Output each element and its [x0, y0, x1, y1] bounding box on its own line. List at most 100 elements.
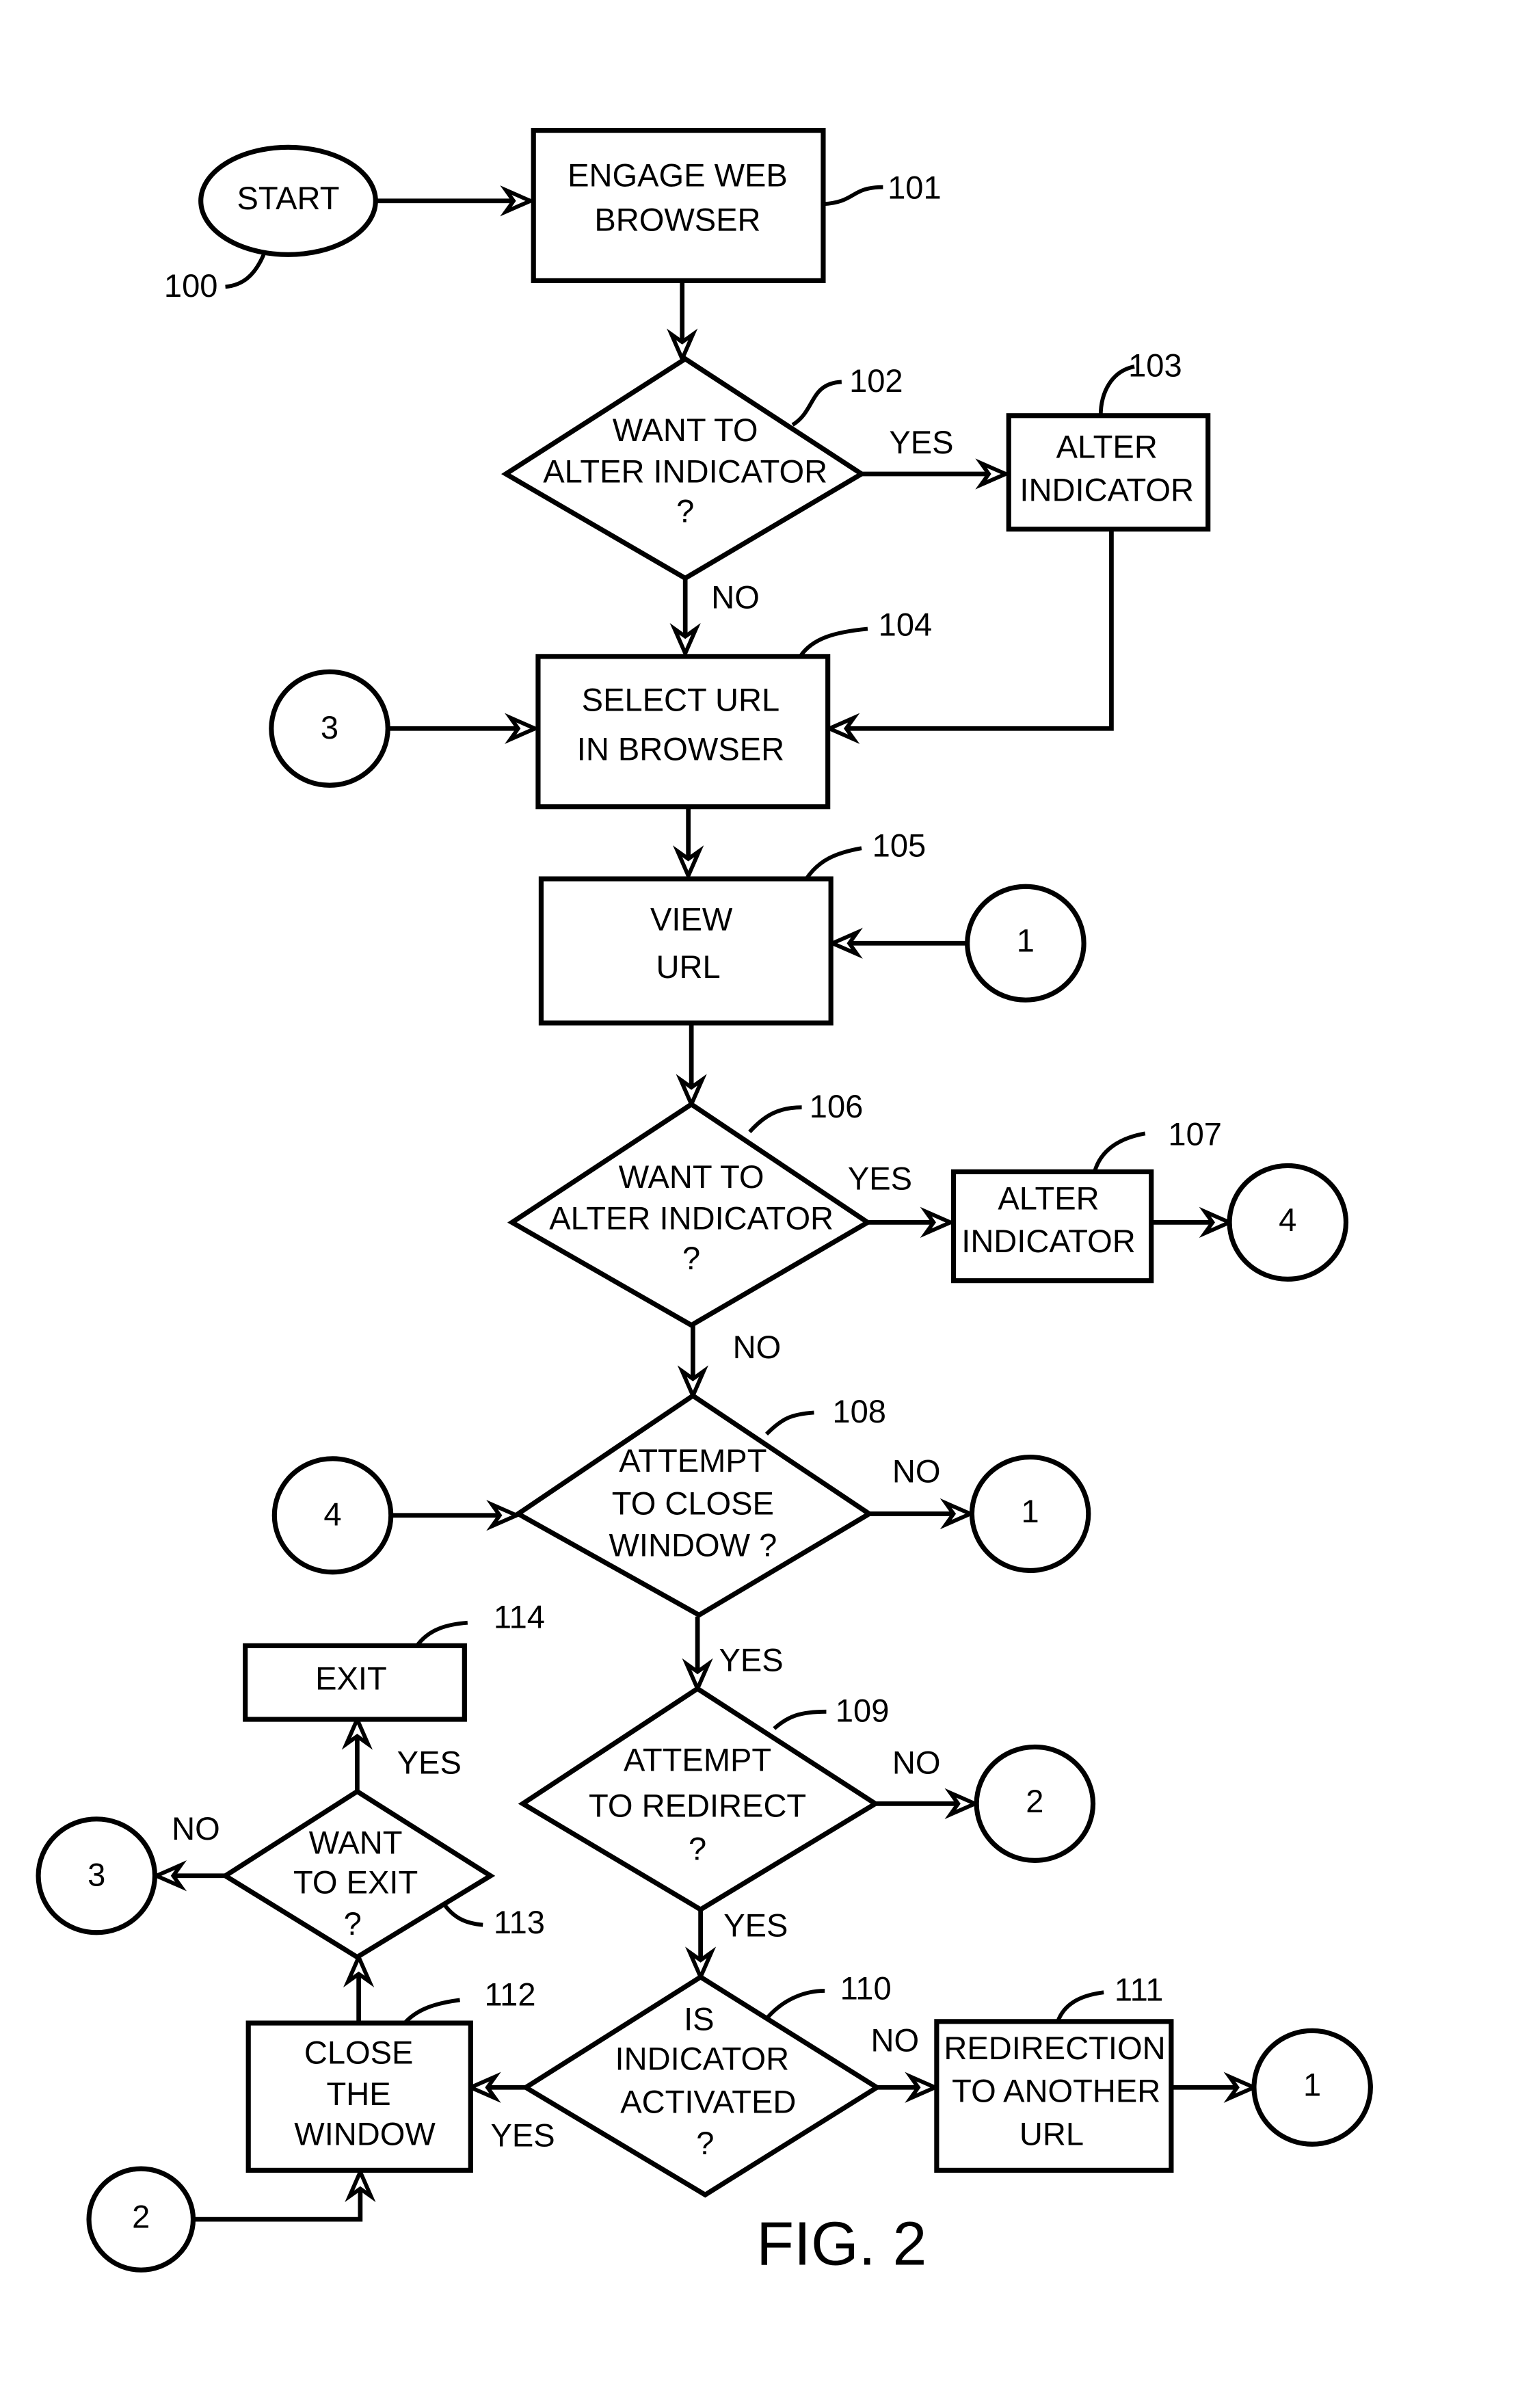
- ref-108: 108: [832, 1393, 886, 1429]
- node-label: WANT: [309, 1824, 403, 1860]
- label-yes-113: YES: [397, 1745, 462, 1781]
- node-101-engage-web-browser: ENGAGE WEB BROWSER: [531, 128, 826, 283]
- node-label: INDICATOR: [1019, 471, 1194, 507]
- node-104-select-url-in-browser: SELECT URL IN BROWSER: [535, 654, 831, 810]
- node-label: ?: [676, 493, 694, 529]
- label-no-113: NO: [172, 1810, 220, 1847]
- node-label: WANT TO: [613, 412, 758, 448]
- node-label: ALTER: [1056, 429, 1158, 465]
- leader-104: [798, 626, 868, 658]
- leader-107: [1092, 1131, 1146, 1173]
- node-label: IN BROWSER: [577, 730, 784, 767]
- edge-conn2-112: [191, 2171, 363, 2222]
- leader-105: [804, 846, 862, 880]
- label-no-106: NO: [733, 1329, 782, 1365]
- leader-100: [225, 254, 266, 289]
- connector-label: 4: [1279, 1202, 1296, 1238]
- connector-2-close-in: 2: [86, 2166, 196, 2273]
- connector-label: 2: [1026, 1783, 1043, 1819]
- ref-106: 106: [810, 1088, 864, 1124]
- leader-101: [823, 185, 883, 207]
- ref-114: 114: [494, 1599, 545, 1635]
- node-label: INDICATOR: [615, 2041, 790, 2077]
- node-label: IS: [684, 2000, 714, 2037]
- node-label: URL: [1019, 2115, 1084, 2152]
- connector-1-redirection: 1: [1251, 2028, 1373, 2147]
- node-label: BROWSER: [594, 202, 760, 238]
- leader-112: [403, 1998, 460, 2025]
- node-label: THE: [327, 2076, 391, 2112]
- connector-label: 1: [1017, 923, 1035, 959]
- node-113-want-to-exit: WANT TO EXIT ?: [220, 1788, 496, 1960]
- leader-113: [442, 1903, 483, 1927]
- connector-1-close-no: 1: [969, 1454, 1091, 1574]
- node-102-want-to-alter-indicator: WANT TO ALTER INDICATOR ?: [501, 356, 866, 581]
- node-114-exit: EXIT: [243, 1643, 467, 1722]
- node-label: ACTIVATED: [620, 2083, 796, 2119]
- node-label: ALTER INDICATOR: [549, 1200, 834, 1236]
- node-label: VIEW: [650, 901, 733, 937]
- node-label: ?: [696, 2125, 714, 2161]
- node-103-alter-indicator: ALTER INDICATOR: [1006, 413, 1211, 532]
- flowchart-figure: START ENGAGE WEB BROWSER WANT TO ALTER I…: [36, 128, 1373, 2278]
- leader-114: [415, 1620, 468, 1648]
- node-label: TO REDIRECT: [589, 1788, 806, 1824]
- node-label: ?: [682, 1240, 700, 1276]
- connector-label: 3: [321, 709, 338, 745]
- ref-105: 105: [872, 828, 927, 864]
- edge-103-104: [829, 529, 1114, 731]
- leader-109: [773, 1709, 827, 1730]
- node-label: EXIT: [315, 1660, 387, 1696]
- connector-4-in: 4: [271, 1456, 394, 1575]
- label-yes-102: YES: [889, 424, 953, 460]
- node-label: URL: [656, 949, 721, 985]
- label-yes-109: YES: [723, 1907, 788, 1943]
- node-105-view-url: VIEW URL: [538, 876, 834, 1026]
- node-111-redirection-to-another-url: REDIRECTION TO ANOTHER URL: [934, 2019, 1174, 2173]
- node-107-alter-indicator: ALTER INDICATOR: [950, 1169, 1154, 1284]
- connector-label: 2: [132, 2199, 150, 2235]
- label-no-110: NO: [870, 2022, 919, 2059]
- label-no-108: NO: [892, 1453, 941, 1490]
- node-label: REDIRECTION: [944, 2030, 1165, 2066]
- ref-107: 107: [1168, 1115, 1222, 1152]
- node-label: SELECT URL: [582, 682, 780, 718]
- node-108-attempt-to-close-window: ATTEMPT TO CLOSE WINDOW ?: [513, 1392, 874, 1618]
- ref-113: 113: [494, 1904, 545, 1940]
- node-label: ALTER INDICATOR: [543, 453, 827, 489]
- node-label: ?: [344, 1905, 362, 1942]
- label-no-102: NO: [711, 579, 760, 615]
- label-yes-108: YES: [719, 1641, 783, 1678]
- node-112-close-the-window: CLOSE THE WINDOW: [245, 2020, 473, 2173]
- connector-1-view-url: 1: [965, 884, 1087, 1003]
- node-label: ALTER: [998, 1180, 1099, 1216]
- node-110-is-indicator-activated: IS INDICATOR ACTIVATED ?: [521, 1974, 882, 2198]
- connector-label: 1: [1022, 1493, 1039, 1529]
- node-label: TO EXIT: [293, 1864, 418, 1901]
- node-106-want-to-alter-indicator: WANT TO ALTER INDICATOR ?: [507, 1101, 872, 1328]
- connector-3-exit-no: 3: [36, 1816, 158, 1935]
- leader-110: [767, 1989, 825, 2019]
- node-label: WINDOW ?: [609, 1526, 777, 1563]
- connector-label: 1: [1303, 2067, 1321, 2103]
- connector-3-left-upper: 3: [269, 669, 390, 788]
- ref-102: 102: [849, 362, 903, 399]
- connector-2-redirect-no: 2: [974, 1744, 1096, 1863]
- label-no-109: NO: [892, 1745, 941, 1781]
- node-label: WINDOW: [294, 2115, 436, 2152]
- node-label: TO ANOTHER: [952, 2073, 1160, 2109]
- node-100-start: START: [198, 144, 378, 257]
- node-label: INDICATOR: [961, 1223, 1136, 1259]
- connector-label: 4: [323, 1496, 341, 1532]
- label-yes-110: YES: [490, 2117, 555, 2154]
- leader-108: [764, 1410, 814, 1435]
- ref-109: 109: [836, 1693, 890, 1729]
- connector-label: 3: [88, 1856, 105, 1892]
- node-label: ATTEMPT: [624, 1741, 771, 1777]
- node-label: TO CLOSE: [612, 1485, 774, 1522]
- leader-102: [791, 380, 842, 427]
- node-109-attempt-to-redirect: ATTEMPT TO REDIRECT ?: [518, 1685, 880, 1913]
- node-label: ATTEMPT: [619, 1442, 767, 1479]
- connector-4-out: 4: [1227, 1163, 1349, 1282]
- node-label: WANT TO: [619, 1159, 764, 1195]
